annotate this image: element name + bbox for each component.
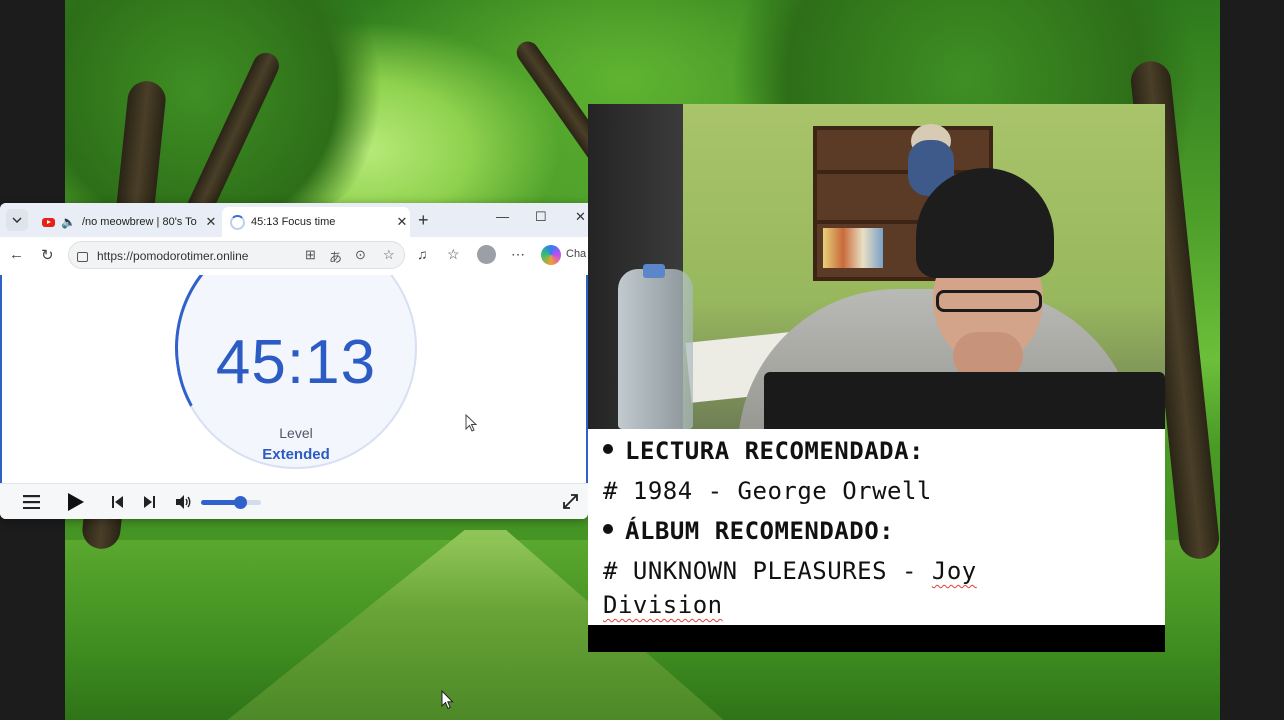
loading-spinner-icon	[230, 214, 245, 230]
reading-heading: LECTURA RECOMENDADA:	[603, 437, 924, 465]
webcam-feed	[588, 104, 1165, 429]
mouse-cursor-icon	[441, 690, 454, 710]
copilot-label[interactable]: Cha	[566, 248, 586, 260]
address-bar[interactable]: https://pomodorotimer.online ⊞ あ ⊙ ☆	[68, 241, 405, 269]
mouse-cursor-icon	[465, 414, 477, 432]
tab-strip: 🔈 /no meowbrew | 80's To ✕ 45:13 Focus t…	[0, 203, 588, 237]
settings-more-icon[interactable]: ⋯	[511, 246, 525, 263]
reading-heading-text: LECTURA RECOMENDADA:	[625, 437, 924, 465]
close-tab-icon[interactable]: ✕	[395, 215, 409, 229]
bullet-icon	[603, 444, 613, 454]
tab-list-button[interactable]	[6, 209, 28, 231]
play-icon[interactable]	[67, 492, 85, 512]
back-button[interactable]: ←	[9, 246, 24, 263]
hamburger-icon[interactable]	[23, 495, 40, 509]
volume-icon[interactable]	[176, 495, 192, 509]
media-control-icon[interactable]: ♫	[417, 246, 428, 262]
timer-display: 45:13	[215, 328, 377, 397]
pomodoro-page: 45:13 Level Extended	[0, 275, 588, 483]
skip-previous-icon[interactable]	[112, 496, 123, 508]
more-options-icon[interactable]: ⊙	[355, 247, 366, 263]
person-glasses	[936, 290, 1042, 312]
minimize-button[interactable]: —	[496, 209, 509, 224]
new-tab-button[interactable]: +	[418, 210, 429, 231]
reload-button[interactable]: ↻	[41, 246, 54, 264]
album-artist: Division	[603, 591, 723, 619]
close-window-button[interactable]: ✕	[575, 209, 586, 225]
reading-title: # 1984 - George Orwell	[603, 477, 932, 505]
album-title-text: # UNKNOWN PLEASURES -	[603, 557, 932, 585]
chevron-down-icon	[12, 217, 22, 223]
profile-avatar[interactable]	[477, 245, 496, 264]
caption-bottom-bar	[588, 625, 1165, 652]
audio-player-bar	[0, 483, 588, 519]
bullet-icon	[603, 524, 613, 534]
laptop	[764, 372, 1165, 429]
album-heading: ÁLBUM RECOMENDADO:	[603, 517, 894, 545]
tab-title: 45:13 Focus time	[251, 216, 336, 228]
volume-slider[interactable]	[201, 496, 261, 509]
album-artist-text: Division	[603, 591, 723, 619]
tab-focus-time[interactable]: 45:13 Focus time ✕	[222, 207, 410, 237]
speaker-icon[interactable]: 🔈	[61, 215, 76, 229]
bottle-cap	[643, 264, 665, 278]
level-label: Level	[279, 425, 313, 441]
album-title-text-flagged: Joy	[931, 557, 977, 585]
close-tab-icon[interactable]: ✕	[204, 215, 218, 229]
tab-youtube[interactable]: 🔈 /no meowbrew | 80's To ✕	[34, 207, 220, 237]
translate-icon[interactable]: あ	[329, 247, 342, 266]
lock-icon[interactable]	[77, 252, 88, 262]
album-title: # UNKNOWN PLEASURES - Joy	[603, 557, 977, 585]
copilot-icon[interactable]	[541, 245, 561, 265]
favorites-icon[interactable]: ☆	[447, 246, 460, 263]
expand-icon[interactable]	[562, 493, 579, 510]
tab-title: /no meowbrew | 80's To	[81, 216, 197, 228]
maximize-button[interactable]: ☐	[535, 209, 547, 225]
url-text: https://pomodorotimer.online	[97, 249, 249, 263]
books	[823, 228, 883, 268]
apps-icon[interactable]: ⊞	[305, 247, 316, 263]
youtube-icon	[42, 217, 55, 227]
water-bottle	[618, 269, 693, 429]
favorite-star-icon[interactable]: ☆	[383, 247, 395, 263]
skip-next-icon[interactable]	[144, 496, 155, 508]
album-heading-text: ÁLBUM RECOMENDADO:	[625, 517, 895, 545]
recommendations-panel: LECTURA RECOMENDADA: # 1984 - George Orw…	[588, 429, 1165, 625]
screen-frame-right	[1220, 0, 1284, 720]
volume-slider-handle[interactable]	[234, 496, 247, 509]
browser-window: 🔈 /no meowbrew | 80's To ✕ 45:13 Focus t…	[0, 203, 588, 519]
browser-toolbar: ← ↻ https://pomodorotimer.online ⊞ あ ⊙ ☆…	[0, 237, 588, 276]
level-value[interactable]: Extended	[175, 446, 417, 463]
